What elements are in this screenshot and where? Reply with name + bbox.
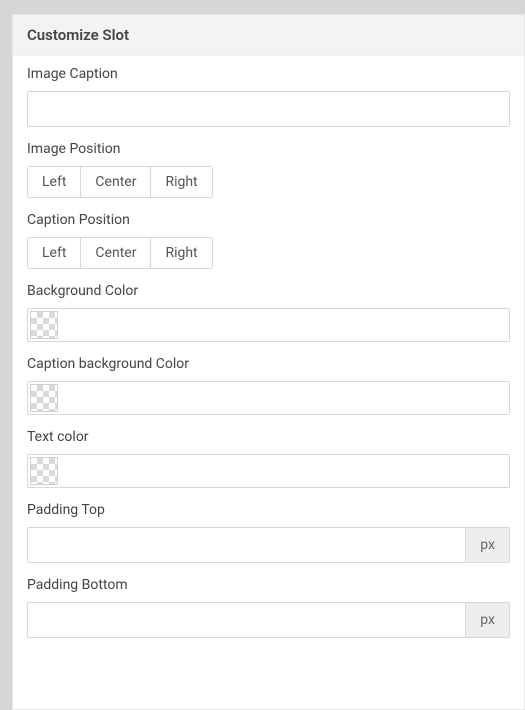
- caption-position-label: Caption Position: [27, 212, 510, 228]
- image-position-group: Left Center Right: [27, 166, 213, 198]
- padding-top-unit: px: [465, 527, 510, 563]
- caption-position-group: Left Center Right: [27, 237, 213, 269]
- caption-background-color-field: Caption background Color: [27, 356, 510, 415]
- text-color-field: Text color: [27, 429, 510, 488]
- padding-bottom-unit: px: [465, 602, 510, 638]
- caption-background-color-row: [27, 381, 510, 415]
- background-color-field: Background Color: [27, 283, 510, 342]
- caption-background-color-label: Caption background Color: [27, 356, 510, 372]
- padding-bottom-group: px: [27, 602, 510, 638]
- caption-background-color-input[interactable]: [60, 382, 509, 414]
- text-color-input[interactable]: [60, 455, 509, 487]
- image-position-left-button[interactable]: Left: [27, 166, 81, 198]
- panel-title: Customize Slot: [27, 26, 510, 44]
- image-position-label: Image Position: [27, 141, 510, 157]
- panel-body: Image Caption Image Position Left Center…: [13, 56, 524, 662]
- background-color-input[interactable]: [60, 309, 509, 341]
- caption-position-right-button[interactable]: Right: [151, 237, 212, 269]
- caption-position-field: Caption Position Left Center Right: [27, 212, 510, 269]
- text-color-label: Text color: [27, 429, 510, 445]
- panel-header: Customize Slot: [13, 15, 524, 56]
- padding-top-field: Padding Top px: [27, 502, 510, 563]
- customize-slot-panel: Customize Slot Image Caption Image Posit…: [12, 14, 525, 710]
- padding-top-label: Padding Top: [27, 502, 510, 518]
- background-color-label: Background Color: [27, 283, 510, 299]
- text-color-row: [27, 454, 510, 488]
- padding-top-group: px: [27, 527, 510, 563]
- padding-top-input[interactable]: [27, 527, 465, 563]
- text-color-swatch[interactable]: [30, 457, 58, 485]
- image-caption-label: Image Caption: [27, 66, 510, 82]
- image-position-field: Image Position Left Center Right: [27, 141, 510, 198]
- padding-bottom-field: Padding Bottom px: [27, 577, 510, 638]
- caption-background-color-swatch[interactable]: [30, 384, 58, 412]
- image-caption-input[interactable]: [27, 91, 510, 127]
- caption-position-center-button[interactable]: Center: [81, 237, 151, 269]
- background-color-row: [27, 308, 510, 342]
- padding-bottom-input[interactable]: [27, 602, 465, 638]
- background-color-swatch[interactable]: [30, 311, 58, 339]
- padding-bottom-label: Padding Bottom: [27, 577, 510, 593]
- image-caption-field: Image Caption: [27, 66, 510, 127]
- image-position-center-button[interactable]: Center: [81, 166, 151, 198]
- caption-position-left-button[interactable]: Left: [27, 237, 81, 269]
- image-position-right-button[interactable]: Right: [151, 166, 212, 198]
